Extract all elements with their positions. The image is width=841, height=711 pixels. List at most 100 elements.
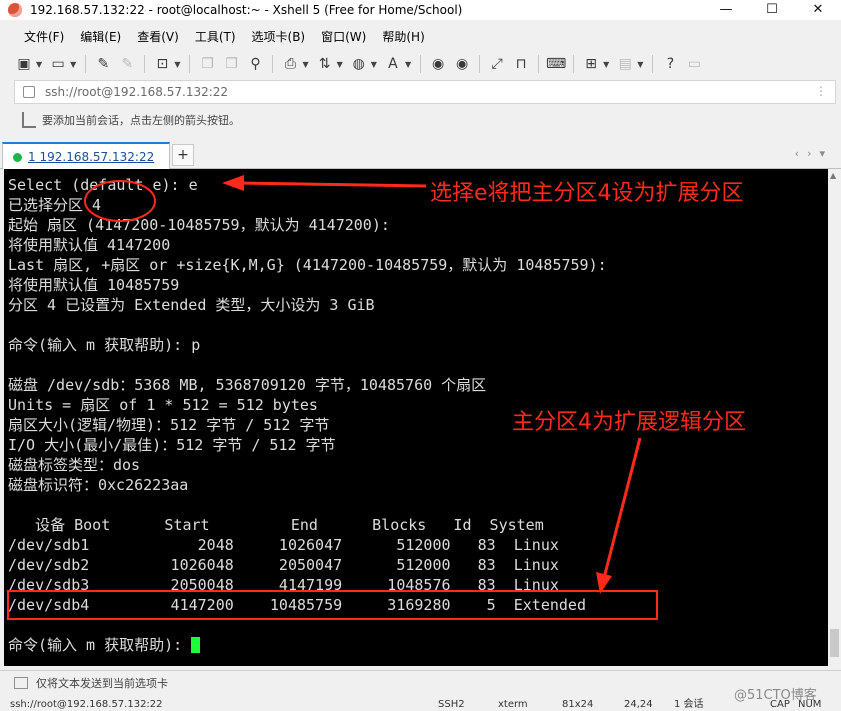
unlink-icon[interactable]: ✎ (117, 54, 137, 74)
scroll-up-icon[interactable]: ▲ (830, 171, 836, 180)
print-icon[interactable]: ⎙ (280, 54, 300, 74)
toolbar-divider (420, 55, 422, 73)
new-tab-button[interactable]: + (172, 144, 194, 166)
tab-session[interactable]: 1 192.168.57.132:22 (2, 142, 170, 170)
terminal-line: 分区 4 已设置为 Extended 类型，大小设为 3 GiB (8, 296, 375, 314)
chevron-down-icon[interactable]: ▼ (70, 60, 76, 69)
terminal-line: Last 扇区, +扇区 or +size{K,M,G} (4147200-10… (8, 256, 607, 274)
status-sessions: 1 会话 (674, 699, 704, 710)
menu-view[interactable]: 查看(V) (129, 26, 187, 48)
maximize-button[interactable]: ☐ (749, 0, 795, 20)
partition-table-header: 设备 Boot Start End Blocks Id System (8, 516, 544, 534)
window-title: 192.168.57.132:22 - root@localhost:~ - X… (30, 3, 463, 17)
lock-icon (23, 86, 35, 98)
xmanager-icon[interactable]: ◉ (452, 54, 472, 74)
menu-window[interactable]: 窗口(W) (313, 26, 374, 48)
status-bar: ssh://root@192.168.57.132:22 SSH2 xterm … (0, 698, 841, 711)
watermark: @51CTO博客 (734, 688, 817, 703)
toolbar-divider (144, 55, 146, 73)
tab-title: 192.168.57.132:22 (39, 150, 155, 164)
prompt-text: 命令(输入 m 获取帮助): (8, 636, 192, 654)
hint-text: 要添加当前会话，点击左侧的箭头按钮。 (42, 114, 240, 127)
status-term: xterm (498, 699, 528, 710)
vertical-scrollbar[interactable]: ▲ (828, 169, 841, 666)
hint-bar: 要添加当前会话，点击左侧的箭头按钮。 (14, 108, 834, 132)
compose-icon[interactable] (14, 677, 28, 689)
chevron-down-icon[interactable]: ▼ (174, 60, 180, 69)
terminal-line: 命令(输入 m 获取帮助): p (8, 336, 201, 354)
menu-edit[interactable]: 编辑(E) (72, 26, 129, 48)
toolbar-divider (479, 55, 481, 73)
xftp-icon[interactable]: ◉ (428, 54, 448, 74)
title-bar: 192.168.57.132:22 - root@localhost:~ - X… (0, 0, 841, 20)
link-icon[interactable]: ✎ (93, 54, 113, 74)
connected-status-icon (13, 152, 22, 162)
toolbar-divider (652, 55, 654, 73)
address-value[interactable]: ssh://root@192.168.57.132:22 (45, 85, 228, 99)
menu-tabs[interactable]: 选项卡(B) (244, 26, 314, 48)
close-button[interactable]: ✕ (795, 0, 841, 20)
terminal-line: 磁盘标识符：0xc26223aa (8, 476, 189, 494)
terminal-line: 将使用默认值 4147200 (8, 236, 171, 254)
compose-bar[interactable]: 仅将文本发送到当前选项卡 (0, 670, 841, 695)
arrow-icon[interactable] (22, 112, 36, 128)
properties-icon[interactable]: ⊡ (152, 54, 172, 74)
terminal-line: 将使用默认值 10485759 (8, 276, 180, 294)
compose-placeholder[interactable]: 仅将文本发送到当前选项卡 (36, 675, 168, 691)
terminal-line: 磁盘 /dev/sdb：5368 MB, 5368709120 字节，10485… (8, 376, 487, 394)
address-bar[interactable]: ssh://root@192.168.57.132:22 ⋮ (14, 80, 836, 104)
chat-icon[interactable]: ▭ (684, 54, 704, 74)
new-session-icon[interactable]: ▣ (14, 54, 34, 74)
paste-icon[interactable]: ❐ (221, 54, 241, 74)
tab-index: 1 (28, 150, 36, 164)
partition-row: /dev/sdb2 1026048 2050047 512000 83 Linu… (8, 556, 559, 574)
font-icon[interactable]: A (383, 54, 403, 74)
status-protocol: SSH2 (438, 699, 465, 710)
minimize-button[interactable]: — (703, 0, 749, 20)
address-nav-icon[interactable]: ⋮ (815, 84, 827, 98)
menu-tools[interactable]: 工具(T) (187, 26, 244, 48)
tab-nav-arrows-icon[interactable]: ‹›▾ (795, 147, 833, 160)
toolbar-divider (272, 55, 274, 73)
fullscreen-icon[interactable]: ⤢ (487, 54, 507, 74)
keyboard-icon[interactable]: ⌨ (546, 54, 566, 74)
partition-row: /dev/sdb1 2048 1026047 512000 83 Linux (8, 536, 559, 554)
chevron-down-icon[interactable]: ▼ (302, 60, 308, 69)
layout-icon[interactable]: ▤ (615, 54, 635, 74)
chevron-down-icon[interactable]: ▼ (337, 60, 343, 69)
toolbar-divider (85, 55, 87, 73)
chevron-down-icon[interactable]: ▼ (371, 60, 377, 69)
find-icon[interactable]: ⚲ (245, 54, 265, 74)
xshell-app-icon[interactable] (8, 3, 22, 17)
chevron-down-icon[interactable]: ▼ (637, 60, 643, 69)
annotation-middle-text: 主分区4为扩展逻辑分区 (512, 410, 746, 435)
terminal-line: Units = 扇区 of 1 * 512 = 512 bytes (8, 396, 318, 414)
lock-icon[interactable]: ⊓ (511, 54, 531, 74)
terminal-line: Select (default e): e (8, 176, 198, 194)
menu-file[interactable]: 文件(F) (16, 26, 72, 48)
terminal-line: 磁盘标签类型：dos (8, 456, 141, 474)
transfer-icon[interactable]: ⇅ (315, 54, 335, 74)
menu-help[interactable]: 帮助(H) (374, 26, 432, 48)
terminal-prompt[interactable]: 命令(输入 m 获取帮助): (8, 635, 201, 655)
terminal-line: 已选择分区 4 (8, 196, 102, 214)
menu-bar: 文件(F) 编辑(E) 查看(V) 工具(T) 选项卡(B) 窗口(W) 帮助(… (0, 26, 841, 48)
add-icon[interactable]: ⊞ (581, 54, 601, 74)
chevron-down-icon[interactable]: ▼ (603, 60, 609, 69)
chevron-down-icon[interactable]: ▼ (36, 60, 42, 69)
partition-row: /dev/sdb4 4147200 10485759 3169280 5 Ext… (8, 596, 586, 614)
status-size: 81x24 (562, 699, 594, 710)
open-folder-icon[interactable]: ▭ (48, 54, 68, 74)
help-icon[interactable]: ? (660, 54, 680, 74)
chevron-down-icon[interactable]: ▼ (405, 60, 411, 69)
globe-icon[interactable]: ◍ (349, 54, 369, 74)
partition-row: /dev/sdb3 2050048 4147199 1048576 83 Lin… (8, 576, 559, 594)
terminal-line: I/O 大小(最小/最佳)：512 字节 / 512 字节 (8, 436, 336, 454)
toolbar-divider (189, 55, 191, 73)
copy-icon[interactable]: ❐ (197, 54, 217, 74)
tab-label: 1 192.168.57.132:22 (28, 150, 154, 164)
toolbar: ▣ ▼ ▭ ▼ ✎ ✎ ⊡ ▼ ❐ ❐ ⚲ ⎙ ▼ ⇅ ▼ ◍ ▼ A ▼ ◉ ◉ ⤢ ⊓ ⌨… (0, 50, 841, 78)
terminal-cursor (191, 637, 201, 653)
scrollbar-thumb[interactable] (830, 629, 839, 657)
toolbar-divider (573, 55, 575, 73)
